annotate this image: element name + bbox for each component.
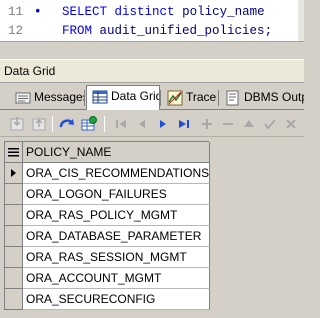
table-row[interactable]: ORA_CIS_RECOMMENDATIONS	[5, 163, 210, 184]
toolbar-separator	[52, 116, 53, 132]
post-edit-icon[interactable]	[261, 115, 279, 133]
row-selector-menu-icon	[8, 148, 19, 157]
grid-cell-policy-name[interactable]: ORA_SECURECONFIG	[23, 289, 210, 310]
row-indicator[interactable]	[5, 205, 23, 226]
app-window: 11 • SELECT distinct policy_name 12 FROM…	[0, 0, 304, 318]
cancel-edit-icon[interactable]	[282, 115, 300, 133]
insert-record-icon[interactable]	[198, 115, 216, 133]
grid-cell-policy-name[interactable]: ORA_RAS_POLICY_MGMT	[23, 205, 210, 226]
sql-keyword: distinct	[114, 5, 175, 19]
first-record-icon[interactable]	[112, 115, 130, 133]
grid-options-icon[interactable]	[80, 115, 98, 133]
panel-splitter[interactable]	[0, 42, 304, 59]
tab-label: Data Grid	[111, 89, 160, 103]
grid-cell-policy-name[interactable]: ORA_LOGON_FAILURES	[23, 184, 210, 205]
grid-header-row: POLICY_NAME	[5, 142, 210, 163]
data-grid-icon	[92, 90, 108, 104]
editor-scrollbar[interactable]	[298, 0, 304, 41]
tab-divider	[160, 90, 161, 106]
table-row[interactable]: ORA_ACCOUNT_MGMT	[5, 268, 210, 289]
sql-keyword: SELECT	[62, 5, 108, 19]
tab-divider	[84, 90, 85, 106]
grid-cell-policy-name[interactable]: ORA_DATABASE_PARAMETER	[23, 226, 210, 247]
table-row[interactable]: ORA_DATABASE_PARAMETER	[5, 226, 210, 247]
table-row[interactable]: ORA_RAS_SESSION_MGMT	[5, 247, 210, 268]
sql-editor[interactable]: 11 • SELECT distinct policy_name 12 FROM…	[0, 0, 304, 42]
grid-cell-policy-name[interactable]: ORA_RAS_SESSION_MGMT	[23, 247, 210, 268]
grid-toolbar	[0, 111, 304, 137]
delete-record-icon[interactable]	[219, 115, 237, 133]
code-text: SELECT distinct policy_name	[62, 3, 265, 22]
dbms-output-icon	[226, 90, 239, 106]
previous-record-icon[interactable]	[133, 115, 151, 133]
tab-label: Messages	[34, 90, 84, 104]
editor-line: 11 • SELECT distinct policy_name	[0, 3, 304, 22]
grid-cell-policy-name[interactable]: ORA_CIS_RECOMMENDATIONS	[23, 163, 210, 184]
tab-label: Trace	[186, 90, 217, 104]
grid-cell-policy-name[interactable]: ORA_ACCOUNT_MGMT	[23, 268, 210, 289]
row-indicator[interactable]	[5, 247, 23, 268]
row-indicator[interactable]	[5, 226, 23, 247]
tab-label: DBMS Output	[244, 90, 304, 104]
next-record-icon[interactable]	[154, 115, 172, 133]
results-tabs: Messages Data Grid Trace DBMS Out	[0, 84, 304, 110]
sql-identifier: policy_name	[182, 5, 265, 19]
panel-title: Data Grid	[0, 59, 304, 83]
line-number: 12	[8, 24, 24, 38]
toolbar-separator	[104, 116, 105, 132]
trace-icon	[167, 90, 183, 106]
row-indicator[interactable]	[5, 289, 23, 310]
row-indicator[interactable]	[5, 184, 23, 205]
tab-divider	[218, 90, 219, 106]
row-indicator[interactable]	[5, 163, 23, 184]
current-row-arrow-icon	[11, 169, 16, 177]
tab-trace[interactable]: Trace	[162, 87, 218, 109]
import-icon[interactable]	[30, 115, 48, 133]
edit-record-icon[interactable]	[240, 115, 258, 133]
line-number: 11	[8, 5, 24, 19]
tab-dbms-output[interactable]: DBMS Output	[220, 87, 304, 109]
table-row[interactable]: ORA_LOGON_FAILURES	[5, 184, 210, 205]
messages-icon	[15, 92, 31, 104]
tab-messages[interactable]: Messages	[10, 87, 84, 109]
export-icon[interactable]	[8, 115, 26, 133]
line-marker: •	[34, 5, 42, 19]
last-record-icon[interactable]	[175, 115, 193, 133]
sql-identifier: audit_unified_policies	[99, 24, 265, 38]
table-row[interactable]: ORA_RAS_POLICY_MGMT	[5, 205, 210, 226]
sql-keyword: FROM	[62, 24, 93, 38]
refresh-icon[interactable]	[58, 115, 76, 133]
data-grid[interactable]: POLICY_NAME ORA_CIS_RECOMMENDATIONS ORA_L…	[4, 141, 210, 310]
tab-data-grid[interactable]: Data Grid	[86, 85, 160, 110]
grid-corner[interactable]	[5, 142, 23, 163]
code-text: FROM audit_unified_policies;	[62, 22, 272, 41]
sql-punctuation: ;	[264, 24, 273, 38]
row-indicator[interactable]	[5, 268, 23, 289]
editor-line: 12 FROM audit_unified_policies;	[0, 22, 304, 41]
data-grid-area: POLICY_NAME ORA_CIS_RECOMMENDATIONS ORA_L…	[0, 137, 304, 318]
table-row[interactable]: ORA_SECURECONFIG	[5, 289, 210, 310]
column-header-policy-name[interactable]: POLICY_NAME	[23, 142, 210, 163]
